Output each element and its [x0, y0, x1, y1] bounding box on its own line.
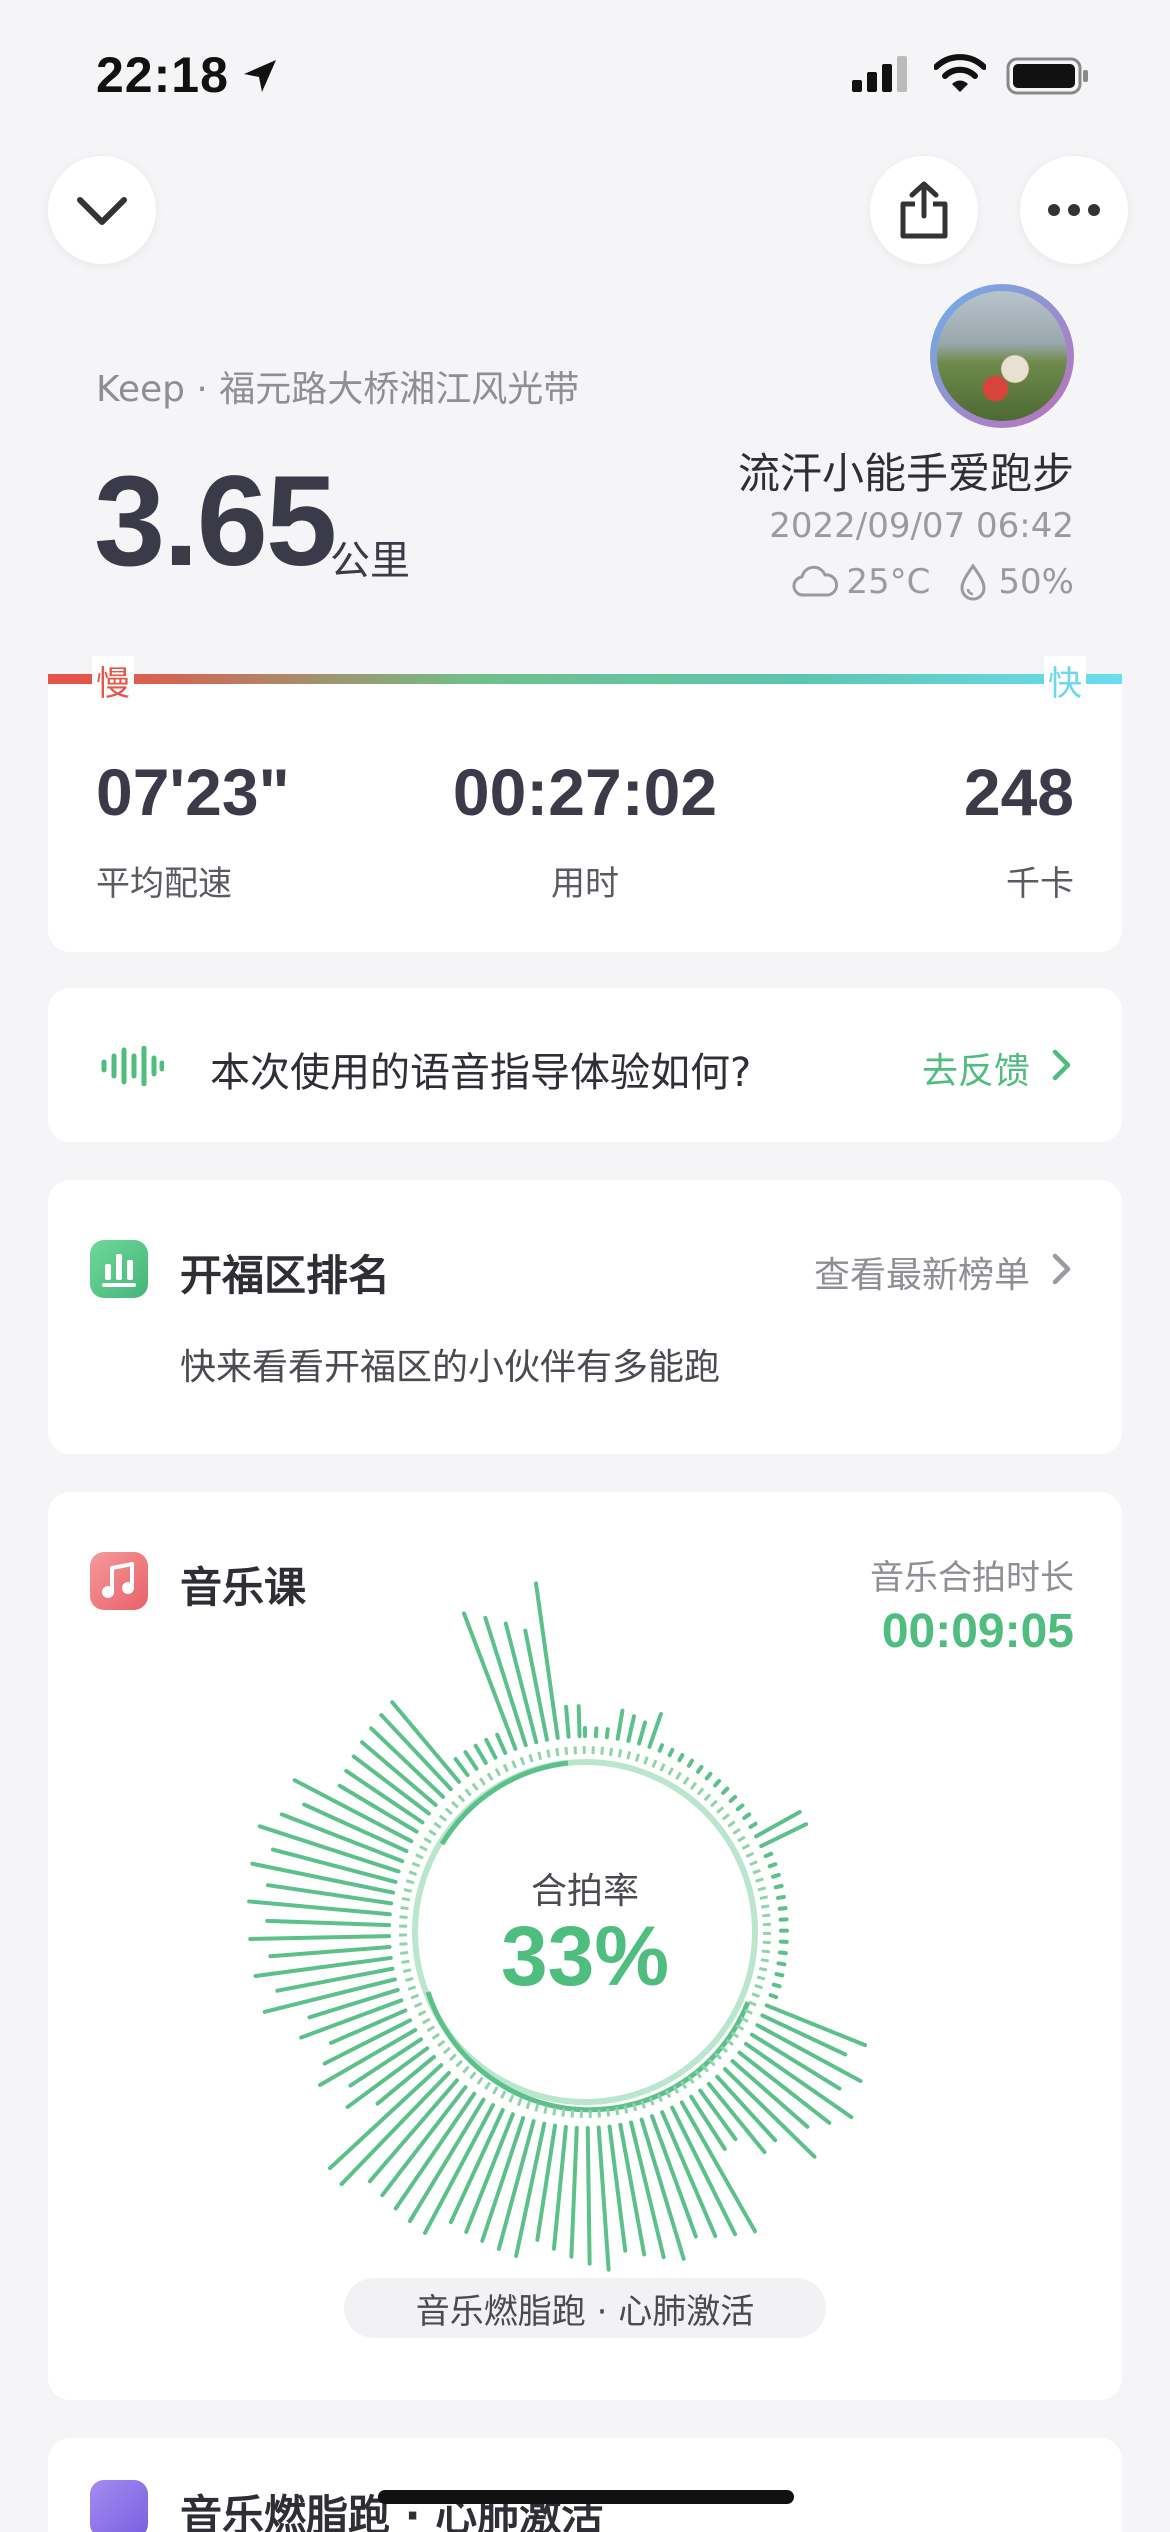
- pace-gradient-bar: [48, 674, 1122, 684]
- beat-ray: [759, 1822, 809, 1849]
- duration-value: 00:27:02: [452, 755, 718, 829]
- beat-ray: [721, 1786, 730, 1795]
- beat-ray: [637, 1720, 648, 1746]
- course-card[interactable]: 音乐燃脂跑 · 心肺激活: [48, 2438, 1122, 2532]
- beat-ray: [534, 1581, 560, 1740]
- chevron-down-icon: [77, 197, 127, 225]
- more-dots-icon: [1048, 204, 1100, 216]
- voice-wave-icon: [101, 1046, 164, 1086]
- humidity-drop-icon: [960, 563, 986, 601]
- run-location: Keep · 福元路大桥湘江风光带: [96, 369, 580, 410]
- weather-info: 25°C 50%: [792, 562, 1074, 602]
- beat-ray: [748, 1821, 758, 1829]
- beat-ray: [695, 1764, 704, 1774]
- beat-ray: [514, 2121, 547, 2258]
- humidity: 50%: [998, 562, 1074, 602]
- run-datetime: 2022/09/07 06:42: [769, 506, 1074, 546]
- beat-ray: [667, 1747, 675, 1758]
- temperature: 25°C: [846, 562, 931, 602]
- beat-ray: [728, 1794, 738, 1803]
- beat-ray: [453, 1757, 470, 1778]
- cellular-signal-icon: [852, 56, 912, 96]
- beat-ray: [484, 1737, 498, 1760]
- ranking-chart-icon: [90, 1240, 148, 1298]
- distance-unit: 公里: [330, 538, 410, 584]
- voice-question: 本次使用的语音指导体验如何?: [210, 1050, 752, 1096]
- fast-label: 快: [1044, 656, 1086, 705]
- beat-ray: [737, 2050, 832, 2125]
- beat-ray: [754, 1809, 802, 1839]
- beat-ray: [704, 1771, 713, 1781]
- location-arrow-icon: [240, 56, 280, 100]
- more-button[interactable]: [1020, 156, 1128, 264]
- course-icon: [90, 2480, 148, 2532]
- beat-ray: [379, 1713, 453, 1792]
- beat-ray: [735, 1803, 745, 1812]
- beat-ray: [686, 1758, 695, 1768]
- beat-ray: [596, 2125, 611, 2272]
- beat-ray: [463, 1750, 479, 1771]
- beat-rate-label: 合拍率: [530, 1871, 639, 1912]
- beat-ray: [679, 2100, 757, 2234]
- beat-ray: [657, 1743, 664, 1753]
- beat-ray: [626, 1714, 637, 1743]
- stats-card: 07'23" 平均配速 00:27:02 用时 248 千卡: [48, 684, 1122, 952]
- calories-label: 千卡: [1006, 864, 1074, 904]
- beat-ray: [564, 1704, 571, 1739]
- beat-ray: [647, 1712, 663, 1749]
- beat-ray: [730, 2059, 810, 2129]
- username[interactable]: 流汗小能手爱跑步: [738, 440, 1074, 501]
- voice-feedback-card[interactable]: 本次使用的语音指导体验如何? 去反馈: [48, 988, 1122, 1142]
- ranking-card[interactable]: 开福区排名 查看最新榜单 快来看看开福区的小伙伴有多能跑: [48, 1180, 1122, 1454]
- beat-ray: [713, 1778, 722, 1788]
- beat-ray: [551, 2125, 568, 2251]
- home-indicator: [378, 2490, 794, 2504]
- ranking-title: 开福区排名: [180, 1251, 391, 1300]
- beat-ray: [604, 1727, 610, 1740]
- beat-ray: [369, 1726, 446, 1799]
- beat-ray: [569, 2125, 579, 2259]
- share-icon: [900, 181, 948, 239]
- beat-ray: [407, 2097, 486, 2224]
- beat-ray: [390, 1700, 462, 1784]
- chevron-right-icon: [1052, 1049, 1071, 1081]
- battery-icon: [1006, 56, 1090, 100]
- run-distance: 3.65: [94, 450, 337, 593]
- collapse-button[interactable]: [48, 156, 156, 264]
- beat-ray: [585, 2125, 592, 2266]
- beat-ray: [473, 1743, 488, 1765]
- feedback-link[interactable]: 去反馈: [922, 1042, 1030, 1094]
- beat-ray: [615, 1708, 625, 1741]
- calories-value: 248: [963, 755, 1074, 829]
- beat-ray: [576, 1704, 582, 1739]
- wifi-icon: [933, 54, 987, 98]
- beat-ray: [393, 2091, 477, 2211]
- music-class-card[interactable]: 音乐课 音乐合拍时长 00:09:05 合拍率 33% 音乐燃脂跑 · 心肺激活: [48, 1492, 1122, 2400]
- duration-label: 用时: [551, 864, 619, 904]
- view-ranking-link[interactable]: 查看最新榜单: [814, 1246, 1030, 1298]
- share-button[interactable]: [870, 156, 978, 264]
- chevron-right-icon: [1052, 1253, 1071, 1285]
- beat-ray: [763, 1851, 774, 1859]
- ranking-subtitle: 快来看看开福区的小伙伴有多能跑: [180, 1347, 721, 1388]
- cloud-icon: [792, 565, 839, 597]
- beat-ray: [742, 1812, 752, 1820]
- beat-rate-value: 33%: [500, 1909, 670, 2003]
- course-name-pill: 音乐燃脂跑 · 心肺激活: [344, 2278, 826, 2338]
- slow-label: 慢: [92, 656, 134, 705]
- beat-ray: [677, 1752, 685, 1763]
- beat-ray: [495, 1732, 508, 1755]
- status-time: 22:18: [96, 47, 229, 103]
- avatar[interactable]: [930, 284, 1074, 428]
